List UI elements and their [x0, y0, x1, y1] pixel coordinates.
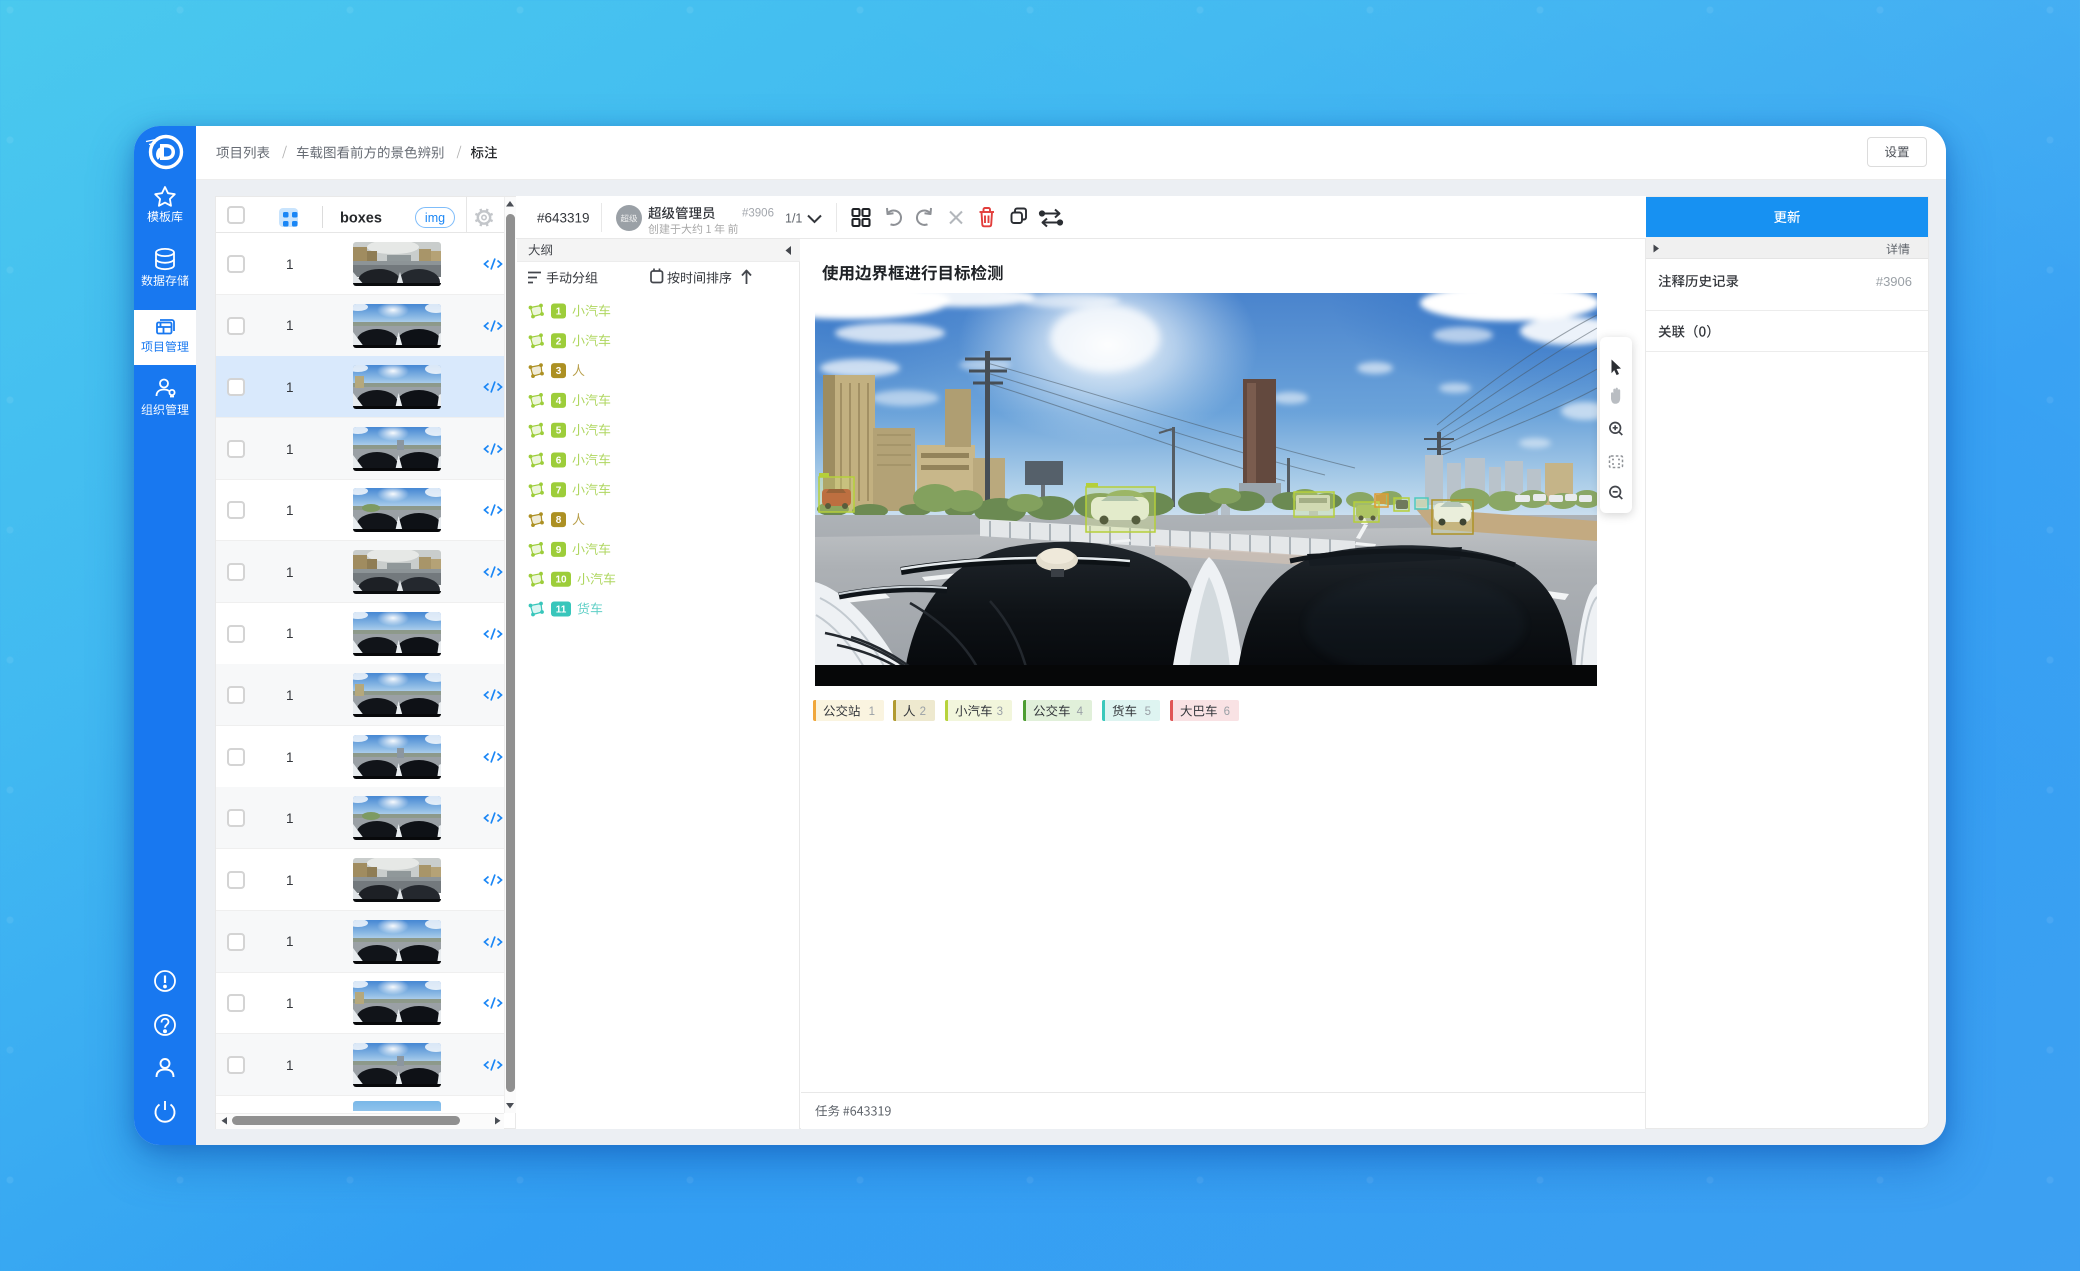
svg-text:1: 1: [286, 257, 294, 272]
svg-text:7: 7: [556, 485, 562, 496]
svg-text:10: 10: [555, 575, 567, 586]
svg-text:5: 5: [556, 426, 562, 437]
svg-text:1: 1: [286, 442, 294, 457]
svg-text:#3906: #3906: [1876, 274, 1912, 289]
svg-text:1: 1: [286, 503, 294, 518]
svg-text:#643319: #643319: [537, 211, 590, 226]
svg-text:1: 1: [286, 380, 294, 395]
svg-text:1: 1: [286, 318, 294, 333]
svg-text:boxes: boxes: [340, 211, 382, 227]
svg-text:4: 4: [556, 396, 562, 407]
svg-text:1: 1: [286, 750, 294, 765]
svg-text:4: 4: [1077, 706, 1084, 718]
svg-text:11: 11: [556, 605, 567, 616]
svg-text:1: 1: [286, 565, 294, 580]
svg-text:2: 2: [556, 336, 562, 347]
svg-text:3: 3: [997, 706, 1003, 718]
svg-text:9: 9: [556, 545, 562, 556]
svg-text:6: 6: [556, 456, 562, 467]
svg-text:img: img: [425, 211, 445, 225]
svg-text:3: 3: [556, 366, 562, 377]
svg-text:1: 1: [286, 873, 294, 888]
svg-text:1/1: 1/1: [785, 212, 802, 226]
svg-text:1: 1: [286, 811, 294, 826]
svg-text:#3906: #3906: [742, 208, 774, 220]
svg-text:1: 1: [286, 626, 294, 641]
svg-text:1: 1: [286, 1058, 294, 1073]
svg-text:1: 1: [286, 996, 294, 1011]
svg-text:5: 5: [1145, 706, 1151, 718]
svg-text:6: 6: [1224, 706, 1230, 718]
svg-text:1: 1: [869, 706, 875, 718]
svg-text:2: 2: [920, 706, 926, 718]
svg-text:8: 8: [556, 515, 562, 526]
svg-text:1: 1: [286, 688, 294, 703]
svg-text:1: 1: [556, 307, 562, 318]
svg-text:1: 1: [286, 934, 294, 949]
